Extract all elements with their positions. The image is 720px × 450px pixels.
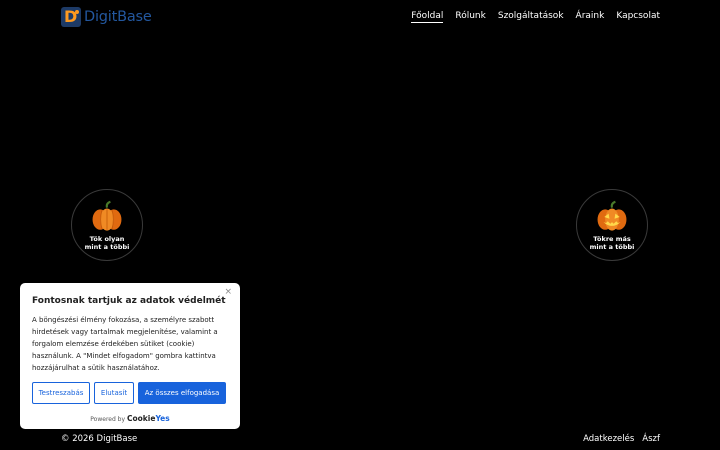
- cookieyes-logo-a: Cookie: [126, 414, 156, 423]
- logo-mark-icon: D: [61, 7, 81, 27]
- powered-by-text: Powered by: [90, 416, 126, 423]
- copyright: © 2026 DigitBase: [61, 434, 138, 444]
- powered-by: Powered by CookieYes: [20, 414, 240, 423]
- nav-item-home[interactable]: Főoldal: [411, 11, 444, 23]
- logo-text: DigitBase: [84, 9, 152, 25]
- pumpkin-icon: [92, 200, 122, 231]
- logo-dot: [75, 10, 79, 14]
- badge-right-label: Tökre más mint a többi: [589, 235, 635, 251]
- footer-links: Adatkezelés Ászf: [583, 434, 660, 444]
- close-icon[interactable]: ×: [224, 287, 232, 297]
- main-nav: Főoldal Rólunk Szolgáltatások Áraink Kap…: [411, 11, 660, 23]
- pumpkin-badge-left[interactable]: Tök olyan mint a többi: [71, 189, 143, 261]
- jack-o-lantern-icon: [597, 200, 627, 231]
- logo[interactable]: D DigitBase: [61, 6, 152, 28]
- cookie-title: Fontosnak tartjuk az adatok védelmét: [32, 296, 226, 306]
- cookieyes-logo-b: Yes: [155, 414, 170, 423]
- nav-item-contact[interactable]: Kapcsolat: [616, 11, 660, 23]
- accept-all-button[interactable]: Az összes elfogadása: [138, 382, 226, 404]
- customize-button[interactable]: Testreszabás: [32, 382, 90, 404]
- badge-left-label: Tök olyan mint a többi: [84, 235, 130, 251]
- cookie-description: A böngészési élmény fokozása, a személyr…: [32, 316, 218, 372]
- footer-link-terms[interactable]: Ászf: [642, 434, 660, 444]
- reject-button[interactable]: Elutasít: [94, 382, 134, 404]
- nav-item-services[interactable]: Szolgáltatások: [498, 11, 564, 23]
- footer-link-privacy[interactable]: Adatkezelés: [583, 434, 634, 444]
- nav-item-about[interactable]: Rólunk: [455, 11, 485, 23]
- cookie-button-row: Testreszabás Elutasít Az összes elfogadá…: [32, 382, 228, 404]
- cookie-consent-dialog: × Fontosnak tartjuk az adatok védelmét A…: [20, 283, 240, 429]
- nav-item-prices[interactable]: Áraink: [576, 11, 605, 23]
- site-header: D DigitBase Főoldal Rólunk Szolgáltatáso…: [0, 0, 720, 34]
- pumpkin-badge-right[interactable]: Tökre más mint a többi: [576, 189, 648, 261]
- cookieyes-logo: CookieYes: [127, 414, 170, 423]
